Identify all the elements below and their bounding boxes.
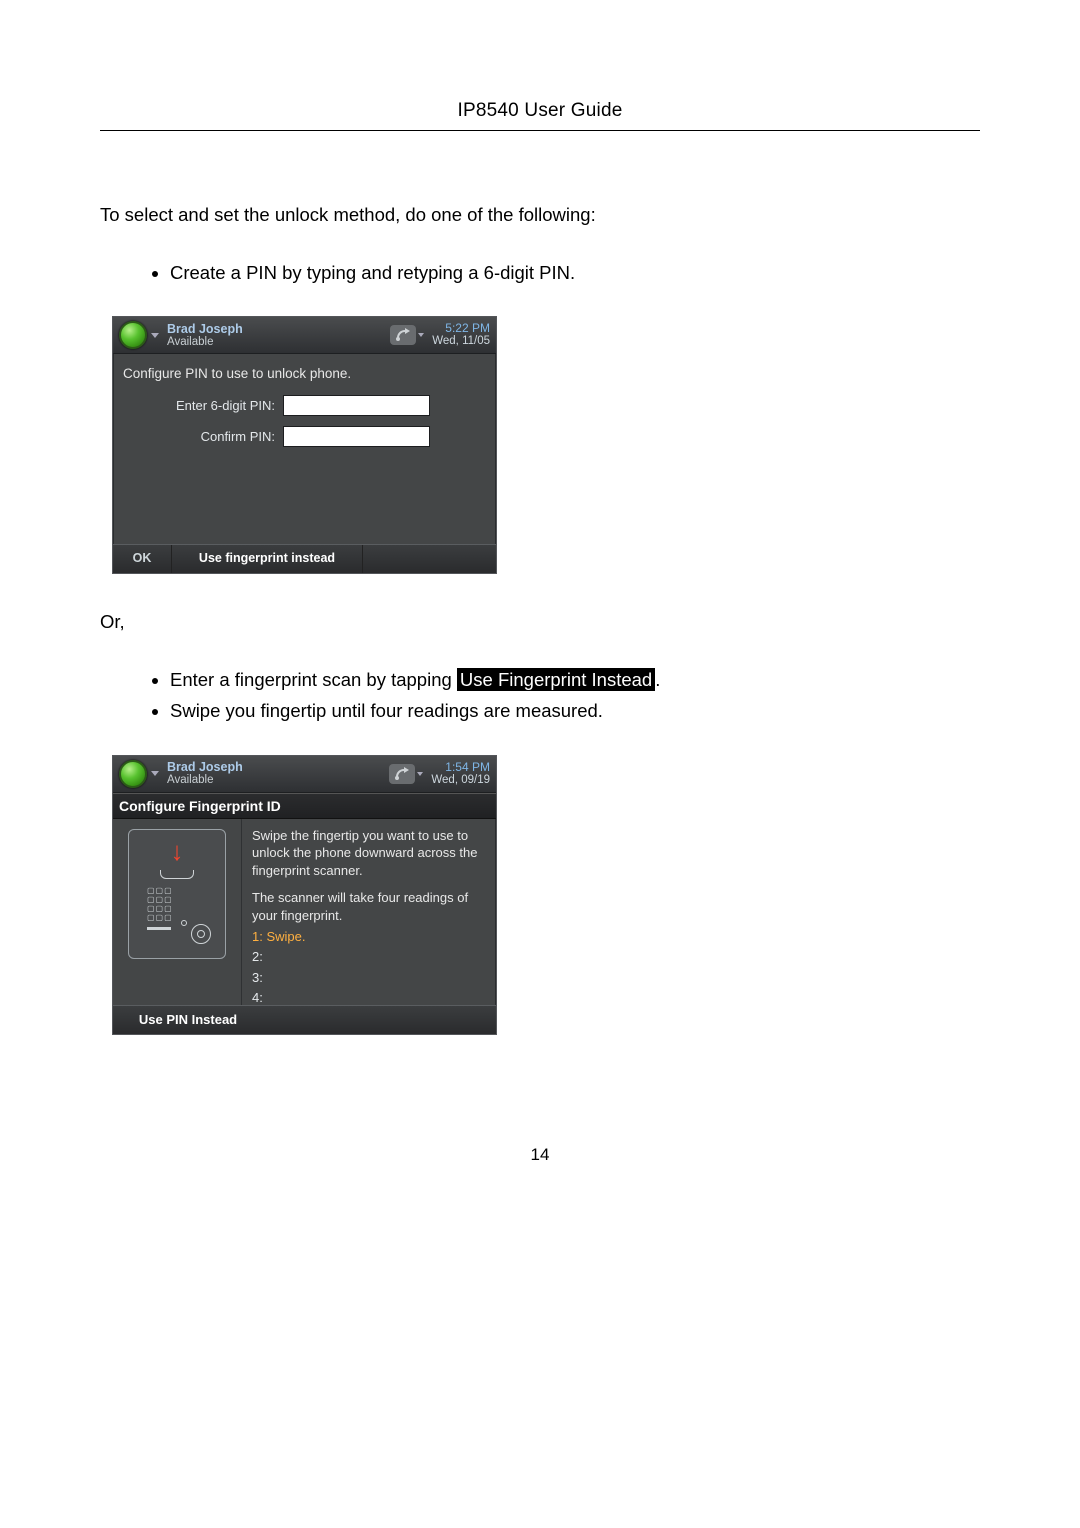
bullet-list-2: Enter a fingerprint scan by tapping Use … <box>100 664 980 727</box>
softkey-bar: OK Use fingerprint instead <box>113 544 496 573</box>
fp-instruction-2: The scanner will take four readings of y… <box>252 889 488 924</box>
nav-disc-icon <box>191 924 211 944</box>
bullet-fp-enter-pre: Enter a fingerprint scan by tapping <box>170 669 457 690</box>
ok-button[interactable]: OK <box>113 545 172 573</box>
step-4: 4: <box>252 989 488 1007</box>
header-rule <box>100 130 980 131</box>
bullet-list-1: Create a PIN by typing and retyping a 6-… <box>100 257 980 288</box>
call-forward-icon[interactable] <box>390 325 416 345</box>
call-caret-icon[interactable] <box>418 333 424 337</box>
use-fingerprint-instead-label: Use Fingerprint Instead <box>457 668 655 691</box>
call-caret-icon[interactable] <box>417 772 423 776</box>
fingerprint-instructions: Swipe the fingertip you want to use to u… <box>242 819 496 1005</box>
dot-icon <box>181 920 187 926</box>
bullet-fp-enter-post: . <box>655 669 660 690</box>
user-name: Brad Joseph <box>167 761 389 774</box>
user-status: Available <box>167 774 389 786</box>
use-pin-instead-button[interactable]: Use PIN Instead <box>113 1006 263 1034</box>
pin-instruction: Configure PIN to use to unlock phone. <box>123 366 486 381</box>
status-bar-identity: Brad Joseph Available <box>167 323 390 348</box>
status-bar-identity: Brad Joseph Available <box>167 761 389 786</box>
page-number: 14 <box>100 1145 980 1165</box>
time-value: 5:22 PM <box>432 322 490 335</box>
phone-illustration-icon: ↓ ▢▢▢ ▢▢▢ ▢▢▢ ▢▢▢ <box>128 829 226 959</box>
keypad-icon: ▢▢▢ ▢▢▢ ▢▢▢ ▢▢▢ <box>147 886 173 932</box>
enter-pin-row: Enter 6-digit PIN: <box>123 395 486 416</box>
bullet-pin: Create a PIN by typing and retyping a 6-… <box>170 257 980 288</box>
fingerprint-body: ↓ ▢▢▢ ▢▢▢ ▢▢▢ ▢▢▢ Swipe the fingertip yo… <box>113 819 496 1005</box>
pin-config-screenshot: Brad Joseph Available 5:22 PM Wed, 11/05… <box>112 316 497 574</box>
bullet-fp-swipe: Swipe you fingertip until four readings … <box>170 695 980 726</box>
call-forward-icon[interactable] <box>389 764 415 784</box>
step-3: 3: <box>252 969 488 987</box>
user-name: Brad Joseph <box>167 323 390 336</box>
pin-body: Configure PIN to use to unlock phone. En… <box>113 354 496 544</box>
enter-pin-input[interactable] <box>283 395 430 416</box>
confirm-pin-input[interactable] <box>283 426 430 447</box>
time-value: 1:54 PM <box>431 761 490 774</box>
date-value: Wed, 11/05 <box>432 335 490 348</box>
page-header-title: IP8540 User Guide <box>100 100 980 122</box>
reading-steps: 1: Swipe. 2: 3: 4: <box>252 925 488 1009</box>
softkey-spacer <box>363 545 496 573</box>
presence-indicator-icon[interactable] <box>119 760 147 788</box>
enter-pin-label: Enter 6-digit PIN: <box>123 398 283 413</box>
clock: 5:22 PM Wed, 11/05 <box>432 322 490 348</box>
presence-indicator-icon[interactable] <box>119 321 147 349</box>
intro-paragraph: To select and set the unlock method, do … <box>100 201 980 229</box>
status-bar: Brad Joseph Available 5:22 PM Wed, 11/05 <box>113 317 496 354</box>
use-fingerprint-button[interactable]: Use fingerprint instead <box>172 545 363 573</box>
status-bar: Brad Joseph Available 1:54 PM Wed, 09/19 <box>113 756 496 793</box>
fingerprint-config-screenshot: Brad Joseph Available 1:54 PM Wed, 09/19… <box>112 755 497 1035</box>
step-2: 2: <box>252 948 488 966</box>
user-status: Available <box>167 336 390 348</box>
or-text: Or, <box>100 608 980 636</box>
scanner-slot-icon <box>160 870 194 879</box>
swipe-down-arrow-icon: ↓ <box>171 838 184 864</box>
confirm-pin-row: Confirm PIN: <box>123 426 486 447</box>
screen-title: Configure Fingerprint ID <box>113 793 496 819</box>
date-value: Wed, 09/19 <box>431 774 490 787</box>
document-page: IP8540 User Guide To select and set the … <box>0 0 1080 1225</box>
softkey-bar: Use PIN Instead <box>113 1005 496 1034</box>
confirm-pin-label: Confirm PIN: <box>123 429 283 444</box>
clock: 1:54 PM Wed, 09/19 <box>431 761 490 787</box>
fp-instruction-1: Swipe the fingertip you want to use to u… <box>252 827 488 880</box>
bullet-fp-enter: Enter a fingerprint scan by tapping Use … <box>170 664 980 695</box>
fingerprint-illustration-panel: ↓ ▢▢▢ ▢▢▢ ▢▢▢ ▢▢▢ <box>113 819 242 1005</box>
presence-caret-icon[interactable] <box>151 333 159 338</box>
presence-caret-icon[interactable] <box>151 771 159 776</box>
step-1: 1: Swipe. <box>252 928 488 946</box>
